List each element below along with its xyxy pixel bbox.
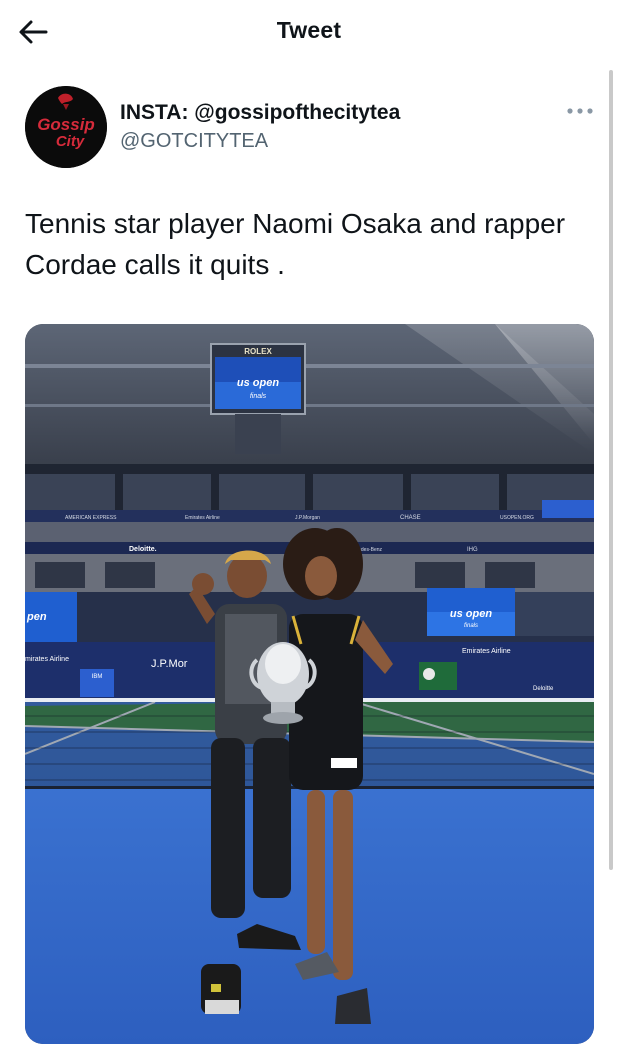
svg-text:J.P.Morgan: J.P.Morgan [295, 515, 320, 521]
more-horizontal-icon[interactable] [566, 103, 594, 119]
svg-text:Deloitte: Deloitte [533, 686, 554, 692]
svg-text:ROLEX: ROLEX [244, 347, 272, 356]
svg-text:City: City [56, 133, 85, 150]
gossip-city-logo: Gossip City [25, 86, 107, 168]
svg-text:us open: us open [450, 608, 492, 620]
top-bar: Tweet [0, 0, 618, 64]
avatar[interactable]: Gossip City [25, 86, 107, 168]
svg-text:pen: pen [26, 611, 47, 623]
svg-text:USOPEN.ORG: USOPEN.ORG [500, 515, 534, 521]
display-name[interactable]: INSTA: @gossipofthecitytea [120, 101, 400, 125]
svg-text:finals: finals [464, 623, 478, 629]
svg-text:IHG: IHG [467, 547, 478, 553]
svg-text:AMERICAN EXPRESS: AMERICAN EXPRESS [65, 515, 117, 521]
user-handle[interactable]: @GOTCITYTEA [120, 130, 268, 153]
svg-text:us open: us open [237, 377, 279, 389]
scrollbar[interactable] [609, 70, 613, 870]
page-title: Tweet [276, 17, 342, 43]
svg-text:IBM: IBM [92, 674, 103, 680]
svg-text:finals: finals [250, 393, 267, 400]
svg-text:Gossip: Gossip [37, 115, 95, 134]
svg-text:Emirates Airline: Emirates Airline [185, 515, 220, 521]
svg-text:mirates Airline: mirates Airline [25, 656, 69, 663]
svg-text:Emirates Airline: Emirates Airline [462, 648, 511, 655]
stadium-photo: ROLEX us open finals AMERICAN EXPRESS Em… [25, 324, 594, 1044]
svg-text:J.P.Mor: J.P.Mor [151, 658, 188, 670]
tweet-text: Tennis star player Naomi Osaka and rappe… [25, 208, 566, 280]
svg-text:CHASE: CHASE [400, 515, 421, 521]
svg-text:Deloitte.: Deloitte. [129, 546, 157, 553]
tweet-photo[interactable]: ROLEX us open finals AMERICAN EXPRESS Em… [25, 324, 594, 1044]
